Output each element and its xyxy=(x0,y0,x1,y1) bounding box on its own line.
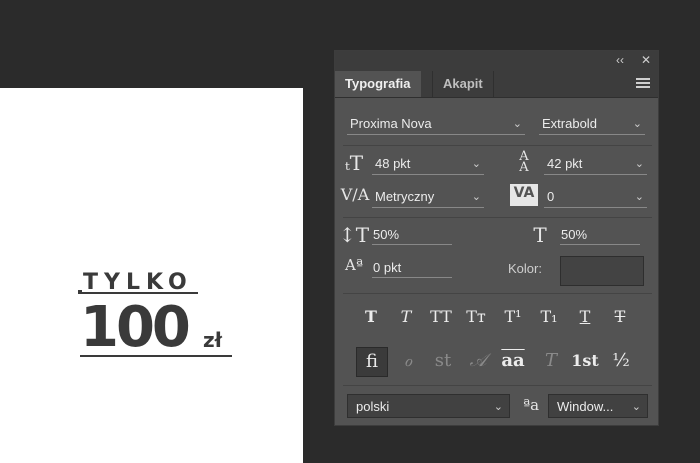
underline-button[interactable]: T xyxy=(572,306,598,328)
discretionary-ligatures-button[interactable]: st xyxy=(428,347,458,375)
language-dropdown[interactable]: polski ⌄ xyxy=(347,394,510,418)
vertical-scale-icon: ↕T xyxy=(339,223,370,247)
chevron-down-icon: ⌄ xyxy=(512,118,522,130)
panel-titlebar: ‹‹ ✕ xyxy=(335,51,658,71)
divider xyxy=(343,145,652,146)
artwork-text-unit: zł xyxy=(203,328,223,352)
font-style-value: Extrabold xyxy=(542,116,597,131)
artwork-text-price: 100 xyxy=(80,295,191,360)
divider xyxy=(343,385,652,386)
chevron-down-icon: ⌄ xyxy=(632,118,642,130)
swash-button[interactable]: 𝒜 xyxy=(463,347,493,375)
collapse-icon[interactable]: ‹‹ xyxy=(616,53,624,67)
strikethrough-button[interactable]: T xyxy=(607,306,633,328)
kerning-dropdown[interactable]: Metryczny ⌄ xyxy=(372,186,484,208)
chevron-down-icon: ⌄ xyxy=(471,158,481,170)
font-style-dropdown[interactable]: Extrabold ⌄ xyxy=(539,113,645,135)
panel-tabbar: Typografia Akapit xyxy=(335,71,658,98)
chevron-down-icon: ⌄ xyxy=(634,191,644,203)
chevron-down-icon: ⌄ xyxy=(634,158,644,170)
divider xyxy=(343,293,652,294)
ordinals-button[interactable]: 1st xyxy=(570,347,600,375)
chevron-down-icon: ⌄ xyxy=(471,191,481,203)
tracking-icon: VA xyxy=(510,184,538,206)
leading-dropdown[interactable]: 42 pkt ⌄ xyxy=(544,153,647,175)
baseline-shift-field[interactable]: 0 pkt xyxy=(372,258,452,278)
faux-bold-button[interactable]: T xyxy=(358,306,384,328)
font-size-icon: ₜT xyxy=(344,151,364,175)
tab-typografia[interactable]: Typografia xyxy=(335,71,421,97)
language-value: polski xyxy=(356,399,390,414)
antialias-value: Window... xyxy=(557,399,614,414)
horizontal-scale-icon: T xyxy=(533,223,547,247)
color-swatch[interactable] xyxy=(560,256,644,286)
font-size-value: 48 pkt xyxy=(375,156,411,171)
antialias-dropdown[interactable]: Window... ⌄ xyxy=(548,394,648,418)
chevron-down-icon: ⌄ xyxy=(631,401,641,413)
all-caps-button[interactable]: TT xyxy=(428,306,454,328)
panel-menu-icon[interactable] xyxy=(636,78,650,90)
leading-icon: AA xyxy=(519,149,529,175)
tab-akapit[interactable]: Akapit xyxy=(432,71,494,97)
small-caps-button[interactable]: Tт xyxy=(463,306,489,328)
kerning-icon: V/A xyxy=(340,185,370,204)
subscript-button[interactable]: T₁ xyxy=(536,306,562,328)
vertical-scale-field[interactable]: 50% xyxy=(372,225,452,245)
baseline-shift-icon: Aª xyxy=(345,256,363,274)
chevron-down-icon: ⌄ xyxy=(493,401,503,413)
faux-italic-button[interactable]: T xyxy=(393,306,419,328)
font-family-dropdown[interactable]: Proxima Nova ⌄ xyxy=(347,113,525,135)
antialias-icon: ªa xyxy=(522,396,540,414)
color-label: Kolor: xyxy=(508,261,542,276)
superscript-button[interactable]: T¹ xyxy=(500,306,526,328)
artwork-underline-big xyxy=(80,355,232,357)
tracking-dropdown[interactable]: 0 ⌄ xyxy=(544,186,647,208)
divider xyxy=(343,217,652,218)
titling-alternates-button[interactable]: T xyxy=(536,347,566,375)
close-icon[interactable]: ✕ xyxy=(641,53,651,67)
artwork-underline-small xyxy=(80,292,198,294)
horizontal-scale-field[interactable]: 50% xyxy=(560,225,640,245)
tracking-value: 0 xyxy=(547,189,555,204)
font-size-dropdown[interactable]: 48 pkt ⌄ xyxy=(372,153,484,175)
stylistic-alternates-button[interactable]: aa xyxy=(498,347,528,375)
fractions-button[interactable]: ½ xyxy=(606,347,636,375)
ligatures-button[interactable]: ﬁ xyxy=(356,347,388,377)
typography-panel: ‹‹ ✕ Typografia Akapit Proxima Nova ⌄ Ex… xyxy=(334,50,659,426)
font-family-value: Proxima Nova xyxy=(350,116,432,131)
old-style-button[interactable]: ℴ xyxy=(393,347,423,375)
leading-value: 42 pkt xyxy=(547,156,583,171)
kerning-value: Metryczny xyxy=(375,189,435,204)
